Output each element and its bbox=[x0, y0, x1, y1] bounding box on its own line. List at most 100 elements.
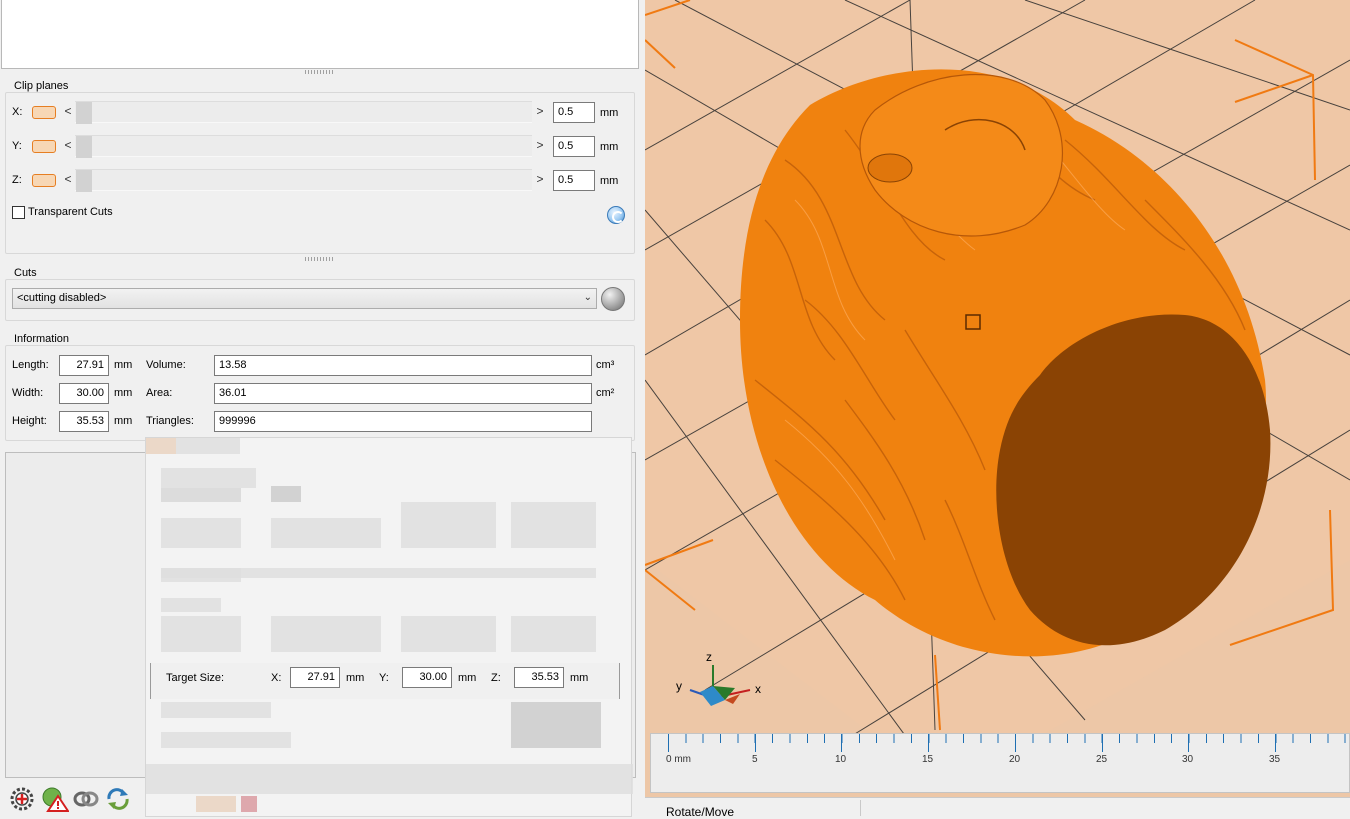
cuts-dropdown-value: <cutting disabled> bbox=[17, 292, 107, 304]
cuts-title: Cuts bbox=[12, 267, 39, 279]
clip-z-left-arrow[interactable]: < bbox=[63, 172, 73, 186]
clip-z-input[interactable]: 0.5 bbox=[553, 170, 595, 191]
transparent-cuts-checkbox[interactable] bbox=[12, 206, 25, 219]
axis-y-label: y bbox=[676, 679, 682, 693]
width-field[interactable]: 30.00 bbox=[59, 383, 109, 404]
target-y-input[interactable]: 30.00 bbox=[402, 667, 452, 688]
blur-block bbox=[271, 616, 381, 652]
clip-z-slider-thumb[interactable] bbox=[76, 170, 92, 192]
blur-block bbox=[161, 616, 241, 652]
3d-viewport[interactable]: z y x bbox=[645, 0, 1350, 797]
clip-z-slider[interactable] bbox=[75, 169, 532, 192]
blur-block bbox=[176, 438, 240, 454]
clip-x-left-arrow[interactable]: < bbox=[63, 104, 73, 118]
target-z-input[interactable]: 35.53 bbox=[514, 667, 564, 688]
clip-y-right-arrow[interactable]: > bbox=[535, 138, 545, 152]
triangles-label: Triangles: bbox=[146, 415, 194, 427]
transparent-cuts-label: Transparent Cuts bbox=[28, 206, 113, 218]
status-separator bbox=[860, 800, 861, 816]
cuts-dropdown[interactable]: <cutting disabled> ⌄ bbox=[12, 288, 597, 309]
clip-z-right-arrow[interactable]: > bbox=[535, 172, 545, 186]
target-x-input[interactable]: 27.91 bbox=[290, 667, 340, 688]
ruler-label: 10 bbox=[835, 754, 847, 765]
length-label: Length: bbox=[12, 359, 49, 371]
clip-z-label: Z: bbox=[12, 174, 22, 186]
splitter-grip-2[interactable] bbox=[305, 257, 335, 261]
refresh-icon[interactable] bbox=[607, 206, 625, 224]
ruler-label: 30 bbox=[1182, 754, 1194, 765]
ruler-label: 5 bbox=[752, 754, 758, 765]
ruler-minor-ticks bbox=[668, 734, 1348, 743]
clip-z-unit: mm bbox=[600, 175, 619, 187]
ruler-label: 25 bbox=[1096, 754, 1108, 765]
blur-block bbox=[161, 468, 256, 488]
volume-field[interactable]: 13.58 bbox=[214, 355, 592, 376]
object-list-box[interactable] bbox=[1, 0, 639, 69]
gear-icon[interactable] bbox=[9, 786, 35, 815]
width-label: Width: bbox=[12, 387, 44, 399]
status-bar: Rotate/Move bbox=[645, 797, 1350, 819]
clip-x-input[interactable]: 0.5 bbox=[553, 102, 595, 123]
clip-x-label: X: bbox=[12, 106, 23, 118]
length-field[interactable]: 27.91 bbox=[59, 355, 109, 376]
clip-y-slider-thumb[interactable] bbox=[76, 136, 92, 158]
clip-y-left-arrow[interactable]: < bbox=[63, 138, 73, 152]
volume-label: Volume: bbox=[146, 359, 186, 371]
blur-block bbox=[271, 486, 301, 502]
area-label: Area: bbox=[146, 387, 173, 399]
ruler-label: 0 mm bbox=[666, 754, 691, 765]
blur-block bbox=[146, 438, 176, 454]
axis-x-label: x bbox=[755, 682, 761, 696]
height-field[interactable]: 35.53 bbox=[59, 411, 109, 432]
blur-block bbox=[401, 616, 496, 652]
target-z-label: Z: bbox=[491, 672, 501, 684]
target-z-unit: mm bbox=[570, 672, 589, 684]
blur-block bbox=[161, 702, 271, 718]
axis-z-label: z bbox=[706, 650, 712, 664]
blur-block bbox=[511, 616, 596, 652]
clip-y-color-swatch[interactable] bbox=[32, 140, 56, 153]
clip-y-input[interactable]: 0.5 bbox=[553, 136, 595, 157]
clip-x-color-swatch[interactable] bbox=[32, 106, 56, 119]
height-label: Height: bbox=[12, 415, 47, 427]
ruler: 0 mm 5 10 15 20 25 30 35 bbox=[650, 733, 1350, 793]
ruler-label: 35 bbox=[1269, 754, 1281, 765]
blur-block bbox=[271, 518, 381, 548]
blurred-dialog bbox=[145, 437, 633, 817]
ruler-label: 15 bbox=[922, 754, 934, 765]
clip-x-slider[interactable] bbox=[75, 101, 532, 124]
triangles-field[interactable]: 999996 bbox=[214, 411, 592, 432]
clip-y-slider[interactable] bbox=[75, 135, 532, 158]
clip-z-color-swatch[interactable] bbox=[32, 174, 56, 187]
target-y-label: Y: bbox=[379, 672, 389, 684]
link-icon[interactable] bbox=[73, 787, 99, 814]
area-field[interactable]: 36.01 bbox=[214, 383, 592, 404]
warning-icon[interactable] bbox=[41, 786, 70, 815]
clip-planes-title: Clip planes bbox=[12, 80, 71, 92]
sync-icon[interactable] bbox=[105, 787, 131, 814]
clip-x-unit: mm bbox=[600, 107, 619, 119]
blur-block bbox=[161, 568, 241, 582]
chevron-down-icon: ⌄ bbox=[583, 292, 592, 303]
axis-gizmo bbox=[689, 665, 751, 706]
globe-icon[interactable] bbox=[601, 287, 625, 311]
target-x-unit: mm bbox=[346, 672, 365, 684]
blur-block bbox=[161, 598, 221, 612]
height-unit: mm bbox=[114, 415, 133, 427]
information-title: Information bbox=[12, 333, 72, 345]
target-size-label: Target Size: bbox=[166, 672, 225, 684]
length-unit: mm bbox=[114, 359, 133, 371]
area-unit: cm² bbox=[596, 387, 615, 399]
clip-y-unit: mm bbox=[600, 141, 619, 153]
blur-block bbox=[511, 502, 596, 548]
ruler-label: 20 bbox=[1009, 754, 1021, 765]
blur-block bbox=[196, 796, 236, 812]
clip-x-slider-thumb[interactable] bbox=[76, 102, 92, 124]
blur-block bbox=[146, 764, 633, 794]
splitter-grip[interactable] bbox=[305, 70, 335, 74]
viewport-scene bbox=[645, 0, 1350, 791]
clip-y-label: Y: bbox=[12, 140, 22, 152]
target-y-unit: mm bbox=[458, 672, 477, 684]
blur-block bbox=[161, 518, 241, 548]
clip-x-right-arrow[interactable]: > bbox=[535, 104, 545, 118]
